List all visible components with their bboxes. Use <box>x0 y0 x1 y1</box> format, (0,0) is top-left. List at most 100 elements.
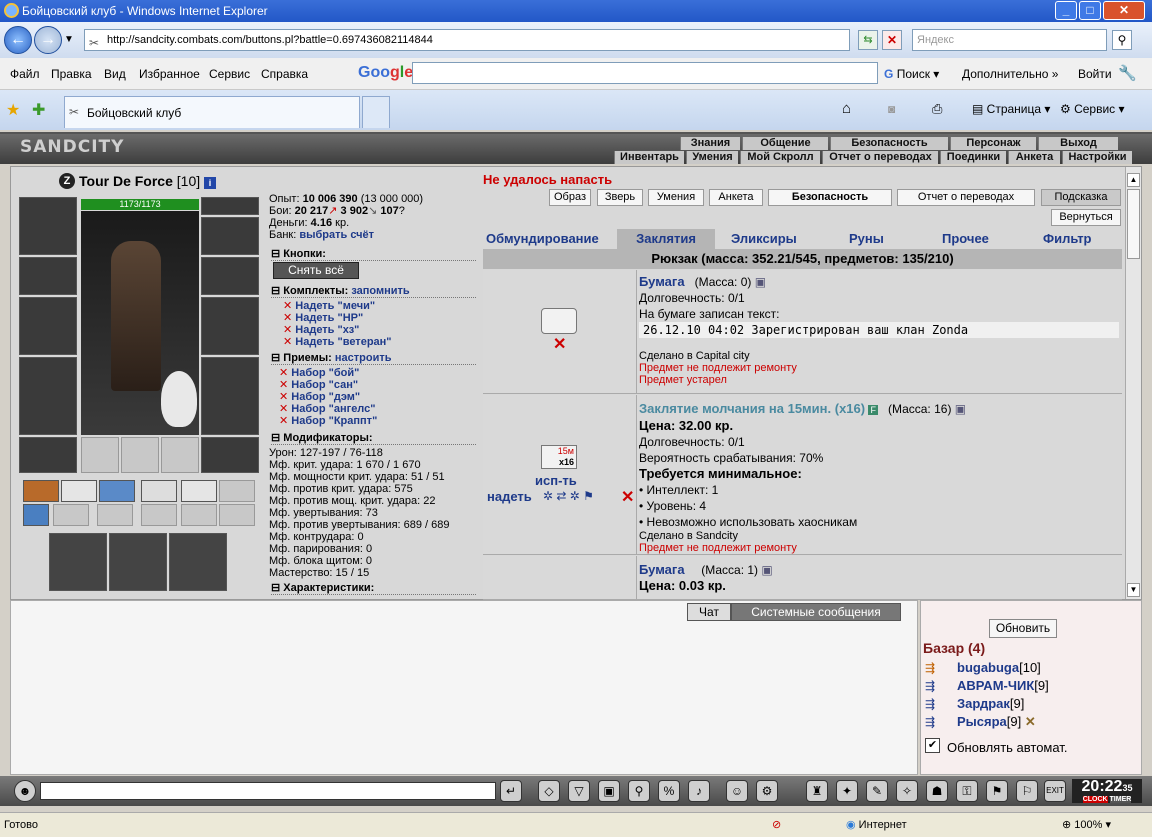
close-window-button[interactable]: ✕ <box>1103 1 1145 20</box>
sets-remember-link[interactable]: запомнить <box>351 285 409 297</box>
translit-icon[interactable]: % <box>658 780 680 802</box>
set-item[interactable]: ✕ Надеть "ветеран" <box>283 336 392 348</box>
gloves-slot[interactable] <box>201 257 259 295</box>
skills-button[interactable]: Умения <box>648 189 704 206</box>
quick-slot[interactable] <box>99 480 135 502</box>
amulet-slot[interactable] <box>201 197 259 215</box>
quick-slot[interactable] <box>23 480 59 502</box>
scroll-down-icon[interactable]: ▼ <box>1127 583 1140 597</box>
quick-slot-silence[interactable] <box>61 480 97 502</box>
wear-item-link[interactable]: надеть <box>487 489 532 504</box>
delete-icon[interactable]: ✕ <box>283 324 292 336</box>
tab-equipment[interactable]: Обмундирование <box>486 231 599 246</box>
trick-item[interactable]: ✕ Набор "Краппт" <box>279 415 377 427</box>
minimize-button[interactable]: _ <box>1055 1 1077 20</box>
screen-icon[interactable]: ▣ <box>598 780 620 802</box>
settings-icon[interactable]: ⚙ <box>756 780 778 802</box>
nav-security[interactable]: Безопасность <box>830 137 948 150</box>
delete-icon[interactable]: ✕ <box>283 336 292 348</box>
nav-exit[interactable]: Выход <box>1038 137 1118 150</box>
tab-filter[interactable]: Фильтр <box>1043 231 1092 246</box>
empty-quick-slot[interactable] <box>181 504 217 526</box>
add-favorites-icon[interactable]: ✚ <box>32 100 45 120</box>
trick-item[interactable]: ✕ Набор "бой" <box>279 367 377 379</box>
helmet-slot[interactable] <box>19 197 77 255</box>
favorites-star-icon[interactable]: ★ <box>6 100 20 120</box>
history-dropdown-icon[interactable]: ▼ <box>64 34 74 45</box>
clock-timer[interactable]: 20:2235 CLOCK TIMER <box>1072 779 1142 803</box>
nav-skills[interactable]: Умения <box>686 151 738 164</box>
new-tab-button[interactable] <box>362 96 390 128</box>
rings-slot[interactable] <box>201 217 259 255</box>
set-item[interactable]: ✕ Надеть "мечи" <box>283 300 392 312</box>
url-field[interactable]: ✂ http://sandcity.combats.com/buttons.pl… <box>84 29 850 51</box>
nav-communication[interactable]: Общение <box>742 137 828 150</box>
walk-icon[interactable]: ⚲ <box>628 780 650 802</box>
maximize-button[interactable]: □ <box>1079 1 1101 20</box>
print-icon[interactable]: ⎙ <box>932 101 942 117</box>
nav-settings[interactable]: Настройки <box>1062 151 1132 164</box>
bag-slot[interactable] <box>109 533 167 591</box>
mods-section-header[interactable]: ⊟ Модификаторы: <box>271 431 476 445</box>
menu-view[interactable]: Вид <box>104 67 126 81</box>
tab-runes[interactable]: Руны <box>849 231 884 246</box>
bazaar-user[interactable]: Зардрак[9] <box>957 696 1024 711</box>
tools-menu[interactable]: ⚙ Сервис ▾ <box>1060 102 1125 116</box>
google-search-input[interactable] <box>412 62 878 84</box>
tab-elixirs[interactable]: Эликсиры <box>731 231 797 246</box>
wrench-icon[interactable]: 🔧 <box>1118 64 1137 82</box>
nav-inventory[interactable]: Инвентарь <box>614 151 684 164</box>
tab-spells[interactable]: Заклятия <box>617 229 715 249</box>
trick-item[interactable]: ✕ Набор "сан" <box>279 379 377 391</box>
bank-select-link[interactable]: выбрать счёт <box>299 229 374 241</box>
quick-slot[interactable] <box>141 480 177 502</box>
google-login-button[interactable]: Войти <box>1078 67 1112 81</box>
scroll-icon[interactable]: ✎ <box>866 780 888 802</box>
smile-icon[interactable]: ☺ <box>726 780 748 802</box>
map-icon[interactable]: ✦ <box>836 780 858 802</box>
nav-fights[interactable]: Поединки <box>940 151 1006 164</box>
empty-quick-slot[interactable] <box>219 504 255 526</box>
hint-button[interactable]: Подсказка <box>1041 189 1121 206</box>
empty-quick-slot[interactable] <box>97 504 133 526</box>
search-icon[interactable]: ⚲ <box>1112 30 1132 50</box>
bag-icon[interactable]: ♜ <box>806 780 828 802</box>
empty-slot[interactable] <box>81 437 119 473</box>
set-item[interactable]: ✕ Надеть "хз" <box>283 324 392 336</box>
weapon-right-slot[interactable] <box>201 297 259 355</box>
use-item-link[interactable]: исп-ть <box>535 473 577 488</box>
nav-knowledge[interactable]: Знания <box>680 137 740 150</box>
transfers-button[interactable]: Отчет о переводах <box>897 189 1035 206</box>
send-icon[interactable]: ↵ <box>500 780 522 802</box>
menu-tools[interactable]: Сервис <box>209 67 250 81</box>
menu-help[interactable]: Справка <box>261 67 308 81</box>
delete-icon[interactable]: ✕ <box>283 300 292 312</box>
item-name[interactable]: Бумага <box>639 274 685 289</box>
legs-slot[interactable] <box>201 357 259 435</box>
nav-my-scroll[interactable]: Мой Скролл <box>740 151 820 164</box>
chat-tab[interactable]: Чат <box>687 603 731 621</box>
tab-other[interactable]: Прочее <box>942 231 989 246</box>
bazaar-user[interactable]: bugabuga[10] <box>957 660 1041 675</box>
trick-item[interactable]: ✕ Набор "ангелс" <box>279 403 377 415</box>
belt-slot[interactable] <box>19 437 77 473</box>
chat-input[interactable] <box>40 782 496 800</box>
eraser-icon[interactable]: ◇ <box>538 780 560 802</box>
bazaar-user[interactable]: Рысяра[9] ✕ <box>957 714 1036 730</box>
profile-button[interactable]: Анкета <box>709 189 763 206</box>
trick-item[interactable]: ✕ Набор "дэм" <box>279 391 377 403</box>
feeds-icon[interactable]: ◙ <box>888 102 895 116</box>
item-name[interactable]: Заклятие молчания на 15мин. (x16) <box>639 401 865 416</box>
quick-slot-frost[interactable] <box>23 504 49 526</box>
inventory-scrollbar[interactable]: ▲ ▼ <box>1125 167 1141 599</box>
empty-quick-slot[interactable] <box>219 480 255 502</box>
item-actions-icons[interactable]: ✲ ⇄ ✲ ⚑ <box>543 489 594 503</box>
quick-slot-silence[interactable] <box>181 480 217 502</box>
bag-slot[interactable] <box>49 533 107 591</box>
scroll-up-icon[interactable]: ▲ <box>1127 173 1140 187</box>
menu-favorites[interactable]: Избранное <box>139 67 200 81</box>
nav-transfers-report[interactable]: Отчет о переводах <box>822 151 938 164</box>
flag-icon[interactable]: ⚐ <box>1016 780 1038 802</box>
zoom-control[interactable]: ⊕ 100% ▾ <box>1062 813 1111 837</box>
tricks-section-header[interactable]: ⊟ Приемы: настроить <box>271 351 476 365</box>
